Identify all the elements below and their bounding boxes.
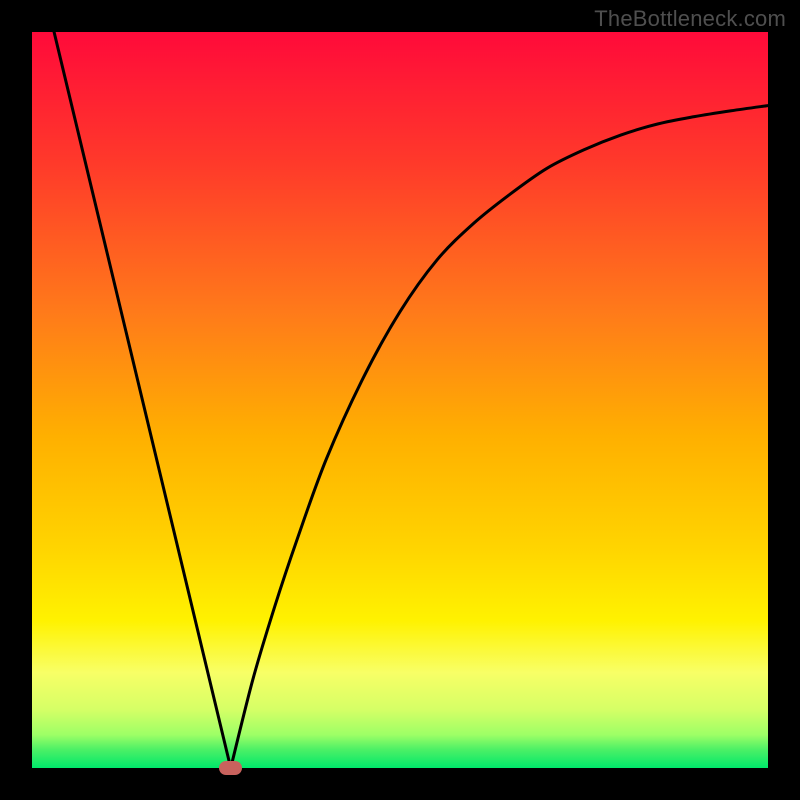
minimum-marker xyxy=(219,761,243,774)
chart-frame xyxy=(32,32,768,768)
watermark-text: TheBottleneck.com xyxy=(594,6,786,32)
bottleneck-chart xyxy=(32,32,768,768)
